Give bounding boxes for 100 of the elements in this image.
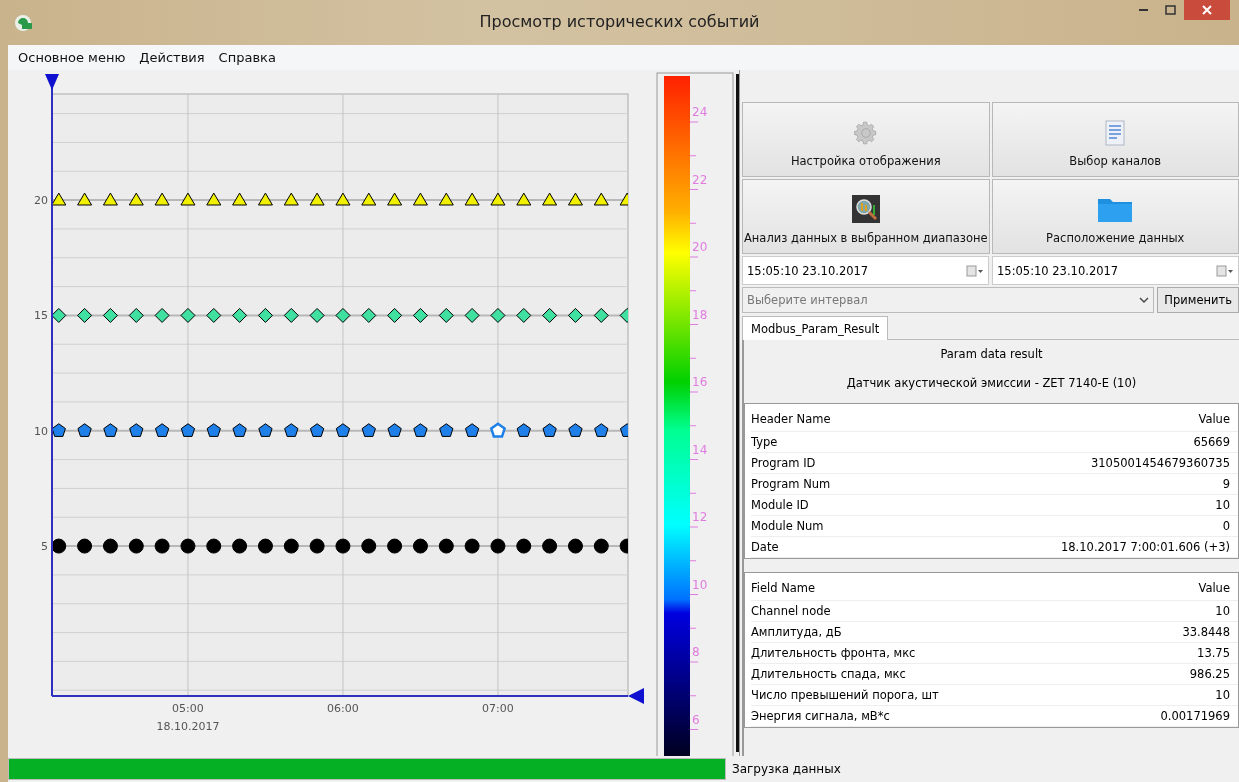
range-end-handle[interactable] <box>628 688 644 704</box>
data-point[interactable] <box>464 423 480 437</box>
range-start-handle[interactable] <box>45 74 59 90</box>
interval-dropdown[interactable]: Выберите интервал <box>742 287 1155 313</box>
data-point[interactable] <box>102 538 118 554</box>
data-point[interactable] <box>102 307 118 323</box>
data-point[interactable] <box>542 423 557 437</box>
data-point[interactable] <box>464 307 480 323</box>
data-point[interactable] <box>284 423 299 437</box>
data-point[interactable] <box>594 423 609 437</box>
data-point[interactable] <box>154 538 170 554</box>
data-point[interactable] <box>490 307 506 323</box>
data-point[interactable] <box>77 307 93 323</box>
data-point[interactable] <box>257 307 273 323</box>
data-point[interactable] <box>593 538 609 554</box>
data-point[interactable] <box>52 307 67 323</box>
data-point[interactable] <box>335 538 351 554</box>
data-point[interactable] <box>128 538 144 554</box>
data-point[interactable] <box>77 192 93 206</box>
data-point[interactable] <box>412 538 428 554</box>
data-point[interactable] <box>128 307 144 323</box>
date-time-field[interactable]: 15:05:10 23.10.2017 <box>992 256 1239 285</box>
data-point[interactable] <box>77 423 92 437</box>
data-point[interactable] <box>516 192 532 206</box>
tab[interactable]: Modbus_Param_Result <box>742 316 889 340</box>
data-point[interactable] <box>283 192 299 206</box>
data-point[interactable] <box>619 538 628 554</box>
data-point[interactable] <box>180 307 196 323</box>
data-point[interactable] <box>361 423 376 437</box>
data-point[interactable] <box>438 192 454 206</box>
data-point[interactable] <box>490 192 506 206</box>
data-point[interactable] <box>387 307 403 323</box>
data-point[interactable] <box>52 538 67 554</box>
data-point[interactable] <box>593 307 609 323</box>
data-point[interactable] <box>154 307 170 323</box>
data-point[interactable] <box>516 538 532 554</box>
data-point[interactable] <box>593 192 609 206</box>
data-point[interactable] <box>103 423 118 437</box>
data-point[interactable] <box>567 538 583 554</box>
toolbar-button[interactable]: Анализ данных в выбранном диапазоне <box>742 179 990 254</box>
data-point[interactable] <box>516 307 532 323</box>
calendar-dropdown-icon[interactable] <box>966 264 984 277</box>
data-point[interactable] <box>180 192 196 206</box>
data-point[interactable] <box>283 307 299 323</box>
data-point[interactable] <box>387 192 403 206</box>
data-point[interactable] <box>335 192 351 206</box>
data-point[interactable] <box>102 192 118 206</box>
data-point[interactable] <box>206 192 222 206</box>
data-point[interactable] <box>361 192 377 206</box>
data-point[interactable] <box>52 192 67 206</box>
menu-item[interactable]: Основное меню <box>18 50 126 65</box>
data-point[interactable] <box>567 192 583 206</box>
toolbar-button[interactable]: Выбор каналов <box>991 102 1239 177</box>
data-point[interactable] <box>154 423 170 437</box>
data-point[interactable] <box>516 423 531 437</box>
data-point[interactable] <box>154 192 170 206</box>
data-point[interactable] <box>413 423 428 437</box>
data-point[interactable] <box>542 307 558 323</box>
data-point[interactable] <box>361 307 377 323</box>
data-point[interactable] <box>387 538 403 554</box>
data-point[interactable] <box>206 538 222 554</box>
calendar-dropdown-icon[interactable] <box>1216 264 1234 277</box>
data-point[interactable] <box>309 307 325 323</box>
data-point[interactable] <box>387 423 402 437</box>
data-point[interactable] <box>129 423 144 437</box>
data-point[interactable] <box>439 423 454 437</box>
data-point[interactable] <box>309 192 325 206</box>
data-point[interactable] <box>257 538 273 554</box>
data-point[interactable] <box>206 307 222 323</box>
data-point[interactable] <box>128 192 144 206</box>
data-point[interactable] <box>180 538 196 554</box>
data-point[interactable] <box>361 538 377 554</box>
data-point[interactable] <box>232 538 248 554</box>
data-point[interactable] <box>490 538 506 554</box>
toolbar-button[interactable]: Расположение данных <box>991 179 1239 254</box>
data-point[interactable] <box>412 192 428 206</box>
date-time-field[interactable]: 15:05:10 23.10.2017 <box>742 256 989 285</box>
data-point[interactable] <box>283 538 299 554</box>
data-point[interactable] <box>180 423 196 437</box>
data-point[interactable] <box>464 538 480 554</box>
data-point[interactable] <box>309 423 325 437</box>
toolbar-button[interactable]: Настройка отображения <box>742 102 990 177</box>
menu-item[interactable]: Действия <box>139 50 205 65</box>
data-point[interactable] <box>619 307 628 323</box>
data-point[interactable] <box>335 423 351 437</box>
data-point[interactable] <box>232 423 247 437</box>
data-point[interactable] <box>412 307 428 323</box>
data-point[interactable] <box>232 307 248 323</box>
data-point[interactable] <box>335 307 351 323</box>
data-point[interactable] <box>619 192 628 206</box>
close-button[interactable] <box>1184 0 1230 20</box>
menu-item[interactable]: Справка <box>218 50 276 65</box>
data-point[interactable] <box>52 423 66 437</box>
data-point[interactable] <box>232 192 248 206</box>
data-point[interactable] <box>77 538 93 554</box>
data-point[interactable] <box>258 423 273 437</box>
data-point[interactable] <box>309 538 325 554</box>
data-point[interactable] <box>464 192 480 206</box>
data-point[interactable] <box>257 192 273 206</box>
selected-point[interactable] <box>489 422 507 438</box>
